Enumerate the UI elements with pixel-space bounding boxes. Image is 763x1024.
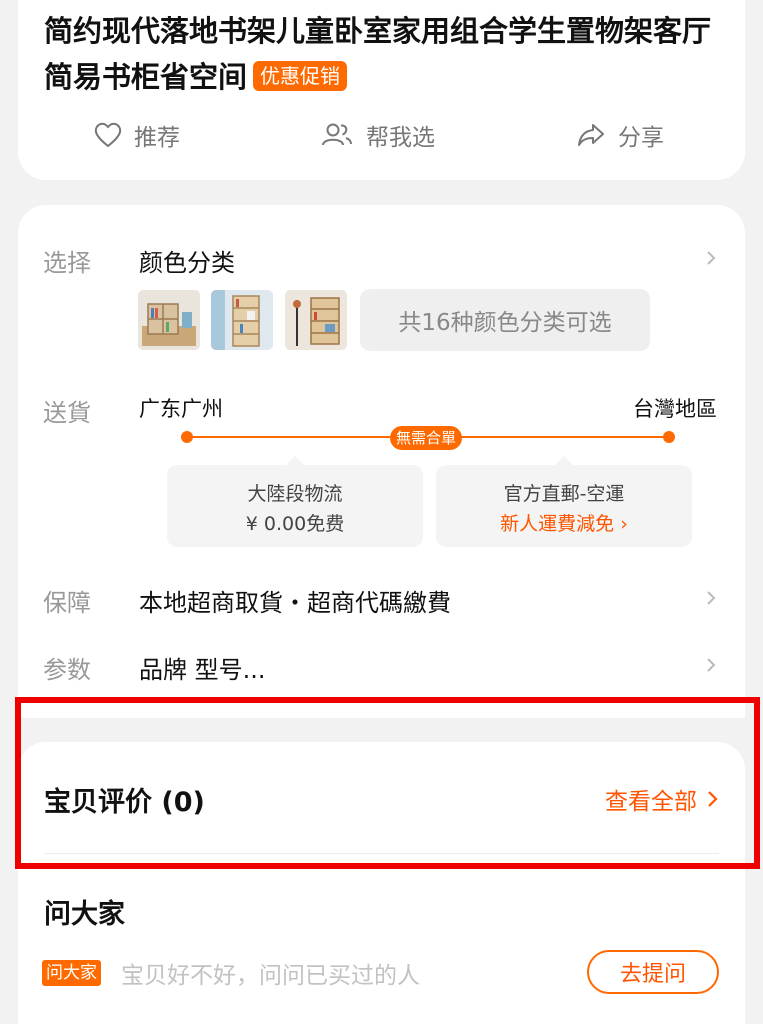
params-value: 品牌 型号...	[139, 656, 266, 684]
route-start-dot	[181, 431, 193, 443]
notch	[286, 456, 304, 465]
ask-placeholder[interactable]: 宝贝好不好，问问已买过的人	[121, 956, 420, 990]
shipping-label: 送貨	[43, 399, 91, 427]
chevron-right-icon	[707, 251, 716, 265]
notch	[555, 456, 573, 465]
color-thumbnail[interactable]	[211, 290, 273, 350]
product-title-card: 简约现代落地书架儿童卧室家用组合学生置物架客厅简易书柜省空间 优惠促销 推荐 帮我…	[18, 0, 745, 180]
ask-badge: 问大家	[42, 960, 101, 986]
share-label: 分享	[618, 125, 664, 151]
product-info-card: 选择 颜色分类 共16种颜色分类可选 送貨 广东广州 台灣地區 無需合單 大陸段…	[18, 205, 745, 718]
divider	[44, 853, 719, 854]
product-title: 简约现代落地书架儿童卧室家用组合学生置物架客厅简易书柜省空间 优惠促销	[44, 8, 734, 100]
heart-icon	[94, 122, 122, 148]
new-user-shipping-promo[interactable]: 新人運費減免 ›	[436, 509, 692, 539]
color-count-pill[interactable]: 共16种颜色分类可选	[360, 289, 650, 351]
guarantee-value: 本地超商取貨・超商代碼繳費	[139, 589, 451, 617]
users-icon	[322, 123, 352, 146]
help-me-choose-button[interactable]: 帮我选	[320, 115, 435, 155]
bookshelf-image	[211, 290, 273, 350]
mainland-shipping-box: 大陸段物流 ¥ 0.00免费	[167, 456, 423, 547]
chevron-right-icon	[708, 791, 718, 807]
help-me-choose-label: 帮我选	[366, 125, 435, 151]
promo-badge: 优惠促销	[253, 61, 348, 91]
bookshelf-image	[285, 290, 347, 350]
review-title: 宝贝评价 (0)	[44, 787, 205, 818]
mainland-shipping-title: 大陸段物流	[247, 483, 343, 505]
ask-question-button[interactable]: 去提问	[587, 950, 719, 994]
color-thumbnail[interactable]	[285, 290, 347, 350]
review-card: 宝贝评价 (0) 查看全部 问大家 问大家 宝贝好不好，问问已买过的人 去提问	[18, 742, 745, 1024]
select-value: 颜色分类	[139, 249, 235, 277]
ship-to: 台灣地區	[633, 397, 717, 421]
product-title-text: 简约现代落地书架儿童卧室家用组合学生置物架客厅简易书柜省空间	[44, 14, 712, 94]
action-bar: 推荐 帮我选 分享	[18, 115, 745, 155]
share-button[interactable]: 分享	[576, 115, 664, 155]
ask-title: 问大家	[44, 899, 125, 930]
chevron-right-icon	[707, 658, 716, 672]
route-end-dot	[663, 431, 675, 443]
view-all-label: 查看全部	[605, 789, 697, 815]
params-label: 参数	[43, 656, 91, 684]
recommend-label: 推荐	[134, 125, 180, 151]
ship-from: 广东广州	[139, 397, 223, 421]
share-icon	[578, 124, 604, 146]
direct-shipping-title: 官方直郵-空運	[503, 483, 625, 505]
recommend-button[interactable]: 推荐	[94, 115, 180, 155]
color-thumbnail[interactable]	[138, 290, 200, 350]
mainland-shipping-fee: ¥ 0.00免费	[245, 513, 345, 535]
chevron-right-icon	[707, 591, 716, 605]
bookshelf-image	[138, 290, 200, 350]
select-label: 选择	[43, 249, 91, 277]
view-all-reviews-link[interactable]: 查看全部	[605, 782, 719, 816]
direct-shipping-box[interactable]: 官方直郵-空運 新人運費減免 ›	[436, 456, 692, 547]
no-merge-badge: 無需合單	[390, 426, 463, 450]
guarantee-label: 保障	[43, 589, 91, 617]
